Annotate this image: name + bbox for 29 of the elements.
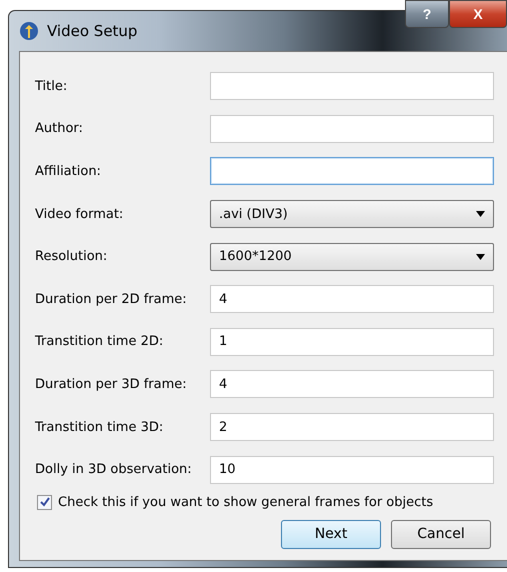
- input-field[interactable]: [210, 72, 494, 100]
- cancel-button[interactable]: Cancel: [391, 520, 491, 549]
- field-label: Title:: [35, 78, 68, 94]
- input-field[interactable]: 4: [210, 285, 494, 314]
- input-field[interactable]: [210, 114, 494, 143]
- field-label: Duration per 2D frame:: [35, 292, 188, 307]
- next-button[interactable]: Next: [281, 520, 381, 549]
- input-field[interactable]: 4: [210, 370, 494, 398]
- input-field[interactable]: 10: [210, 456, 494, 484]
- field-label: Affiliation:: [35, 164, 102, 179]
- close-button[interactable]: X: [449, 0, 507, 28]
- field-label: Transtition time 2D:: [35, 334, 164, 350]
- field-label: Transtition time 3D:: [35, 420, 164, 435]
- caret-icon: [476, 254, 485, 260]
- field-label: Dolly in 3D observation:: [35, 462, 193, 478]
- input-field[interactable]: [210, 157, 494, 186]
- caret-icon: [476, 211, 485, 218]
- field-label: Video format:: [35, 206, 124, 222]
- field-label: Duration per 3D frame:: [35, 376, 188, 392]
- app-icon: [19, 21, 39, 41]
- field-label: Author:: [35, 121, 84, 136]
- checkbox[interactable]: [37, 494, 52, 510]
- dropdown[interactable]: 1600*1200: [210, 242, 494, 271]
- dropdown[interactable]: .avi (DIV3): [210, 200, 494, 228]
- field-label: Resolution:: [35, 249, 108, 264]
- input-field[interactable]: 1: [210, 328, 494, 356]
- input-field[interactable]: 2: [210, 413, 494, 442]
- window-title: Video Setup: [47, 22, 138, 40]
- checkbox-label: Check this if you want to show general frames for objects: [58, 494, 434, 510]
